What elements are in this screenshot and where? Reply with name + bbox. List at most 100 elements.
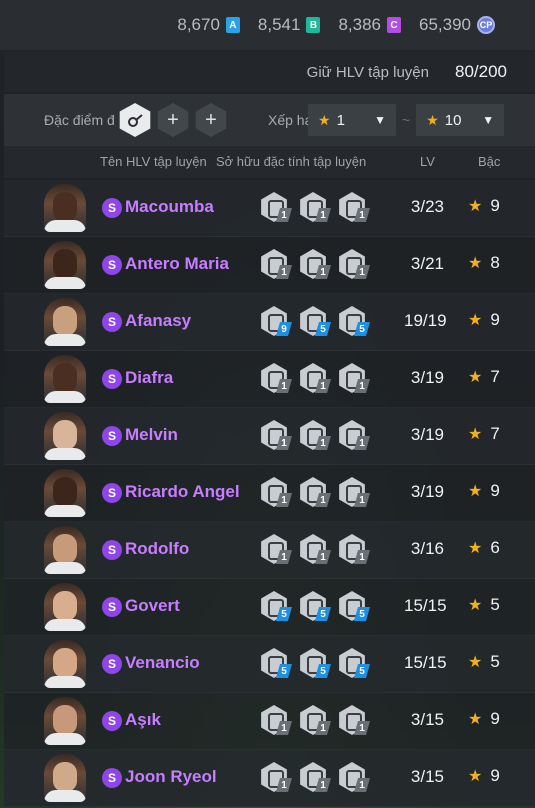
tag-c-icon: C: [387, 17, 401, 33]
training-coach-panel: 8,670 A 8,541 B 8,386 C 65,390 CP Giữ HL…: [0, 0, 535, 808]
currency-a-value: 8,670: [177, 15, 220, 34]
trait-list: 1 1 1: [260, 762, 372, 792]
table-row[interactable]: S Afanasy 9 5 5 19/19 ★ 9: [4, 294, 535, 351]
grade-badge-icon: S: [102, 198, 122, 218]
avatar: [44, 241, 86, 289]
coach-rank: ★ 9: [468, 709, 500, 729]
trait-hexagon-icon: 5: [299, 648, 333, 678]
coach-level: 15/15: [404, 596, 447, 615]
capacity-label: Giữ HLV tập luyện: [306, 63, 429, 81]
coach-level: 3/15: [410, 767, 444, 786]
caret-down-icon: ▼: [482, 113, 495, 127]
trait-hexagon-icon: 1: [338, 363, 372, 393]
tag-b-icon: B: [306, 17, 321, 33]
trait-hexagon-icon: 1: [260, 363, 294, 393]
trait-hexagon-icon: 5: [338, 306, 372, 336]
currency-bar: 8,670 A 8,541 B 8,386 C 65,390 CP: [0, 0, 535, 50]
star-icon: ★: [468, 255, 483, 272]
coach-name: Ricardo Angel: [125, 482, 240, 501]
coach-rank: ★ 9: [468, 310, 500, 330]
trait-hexagon-icon: 1: [338, 705, 372, 735]
trait-hexagon-icon: 1: [299, 363, 333, 393]
table-row[interactable]: S Melvin 1 1 1 3/19 ★ 7: [4, 408, 535, 465]
rank-value: 9: [490, 196, 500, 215]
header-lv: LV: [420, 154, 435, 169]
coach-name: Afanasy: [125, 311, 192, 330]
header-name: Tên HLV tập luyện: [100, 154, 207, 169]
trait-hexagon-icon: 1: [338, 477, 372, 507]
grade-badge-icon: S: [102, 540, 122, 560]
grade-badge-icon: S: [102, 597, 122, 617]
coach-level: 3/19: [410, 425, 444, 444]
avatar: [44, 298, 86, 346]
avatar: [44, 469, 86, 517]
coach-rank: ★ 9: [468, 481, 500, 501]
trait-hexagon-icon: 1: [299, 192, 333, 222]
trait-hexagon-icon: 1: [338, 249, 372, 279]
add-trait-button[interactable]: +: [157, 103, 189, 137]
avatar: [44, 412, 86, 460]
capacity-value: 80/200: [455, 62, 507, 81]
coach-name: Rodolfo: [125, 539, 190, 558]
coach-name: Venancio: [125, 653, 200, 672]
coach-name: Aşık: [125, 710, 161, 729]
rank-max-select[interactable]: ★ 10 ▼: [416, 104, 505, 136]
star-icon: ★: [468, 426, 483, 443]
table-row[interactable]: S Aşık 1 1 1 3/15 ★ 9: [4, 693, 535, 750]
header-traits: Sở hữu đặc tính tập luyện: [216, 154, 367, 169]
table-row[interactable]: S Macoumba 1 1 1 3/23 ★ 9: [4, 180, 535, 237]
grade-badge-icon: S: [102, 369, 122, 389]
trait-hexagon-icon: 1: [299, 477, 333, 507]
trait-hexagon-icon: 5: [338, 648, 372, 678]
trait-hexagon-icon: 1: [299, 249, 333, 279]
rank-max-value: 10: [444, 111, 462, 129]
star-icon: ★: [318, 111, 331, 128]
coach-list: S Macoumba 1 1 1 3/23 ★ 9 S Antero Maria: [4, 180, 535, 807]
trait-hexagon-icon: 5: [299, 591, 333, 621]
trait-hexagon-icon: 5: [260, 648, 294, 678]
star-icon: ★: [468, 483, 483, 500]
trait-list: 1 1 1: [260, 534, 372, 564]
coach-rank: ★ 7: [468, 424, 500, 444]
trait-list: 5 5 5: [260, 648, 372, 678]
table-row[interactable]: S Antero Maria 1 1 1 3/21 ★ 8: [4, 237, 535, 294]
trait-list: 1 1 1: [260, 705, 372, 735]
grade-badge-icon: S: [102, 426, 122, 446]
rank-min-value: 1: [336, 111, 345, 129]
star-icon: ★: [468, 711, 483, 728]
table-row[interactable]: S Diafra 1 1 1 3/19 ★ 7: [4, 351, 535, 408]
filter-row: Đặc điểm đ + + Xếp hạ ★ 1 ▼ ~ ★ 10 ▼: [4, 94, 535, 146]
currency-c-value: 8,386: [338, 15, 381, 34]
trait-list: 1 1 1: [260, 192, 372, 222]
trait-list: 1 1 1: [260, 363, 372, 393]
rank-value: 5: [490, 652, 500, 671]
table-row[interactable]: S Venancio 5 5 5 15/15 ★ 5: [4, 636, 535, 693]
trait-hexagon-icon: 5: [299, 306, 333, 336]
star-icon: ★: [468, 768, 483, 785]
trait-hexagon-icon: 5: [260, 591, 294, 621]
table-row[interactable]: S Govert 5 5 5 15/15 ★ 5: [4, 579, 535, 636]
coach-name: Macoumba: [125, 197, 214, 216]
trait-hexagon-icon: 1: [260, 534, 294, 564]
trait-list: 5 5 5: [260, 591, 372, 621]
rank-value: 9: [490, 481, 500, 500]
coach-name: Melvin: [125, 425, 178, 444]
avatar: [44, 697, 86, 745]
table-row[interactable]: S Ricardo Angel 1 1 1 3/19 ★ 9: [4, 465, 535, 522]
table-row[interactable]: S Rodolfo 1 1 1 3/16 ★ 6: [4, 522, 535, 579]
rank-min-select[interactable]: ★ 1 ▼: [308, 104, 396, 136]
star-icon: ★: [468, 654, 483, 671]
trait-list: 1 1 1: [260, 420, 372, 450]
coach-level: 3/21: [410, 254, 444, 273]
star-icon: ★: [468, 540, 483, 557]
whistle-trait-icon[interactable]: [119, 103, 151, 137]
coach-rank: ★ 5: [468, 652, 500, 672]
rank-value: 8: [490, 253, 500, 272]
add-trait-button-2[interactable]: +: [195, 103, 227, 137]
trait-hexagon-icon: 1: [260, 249, 294, 279]
table-row[interactable]: S Joon Ryeol 1 1 1 3/15 ★ 9: [4, 750, 535, 807]
range-separator: ~: [402, 112, 411, 128]
capacity-row: Giữ HLV tập luyện 80/200: [4, 52, 535, 92]
grade-badge-icon: S: [102, 711, 122, 731]
grade-badge-icon: S: [102, 483, 122, 503]
